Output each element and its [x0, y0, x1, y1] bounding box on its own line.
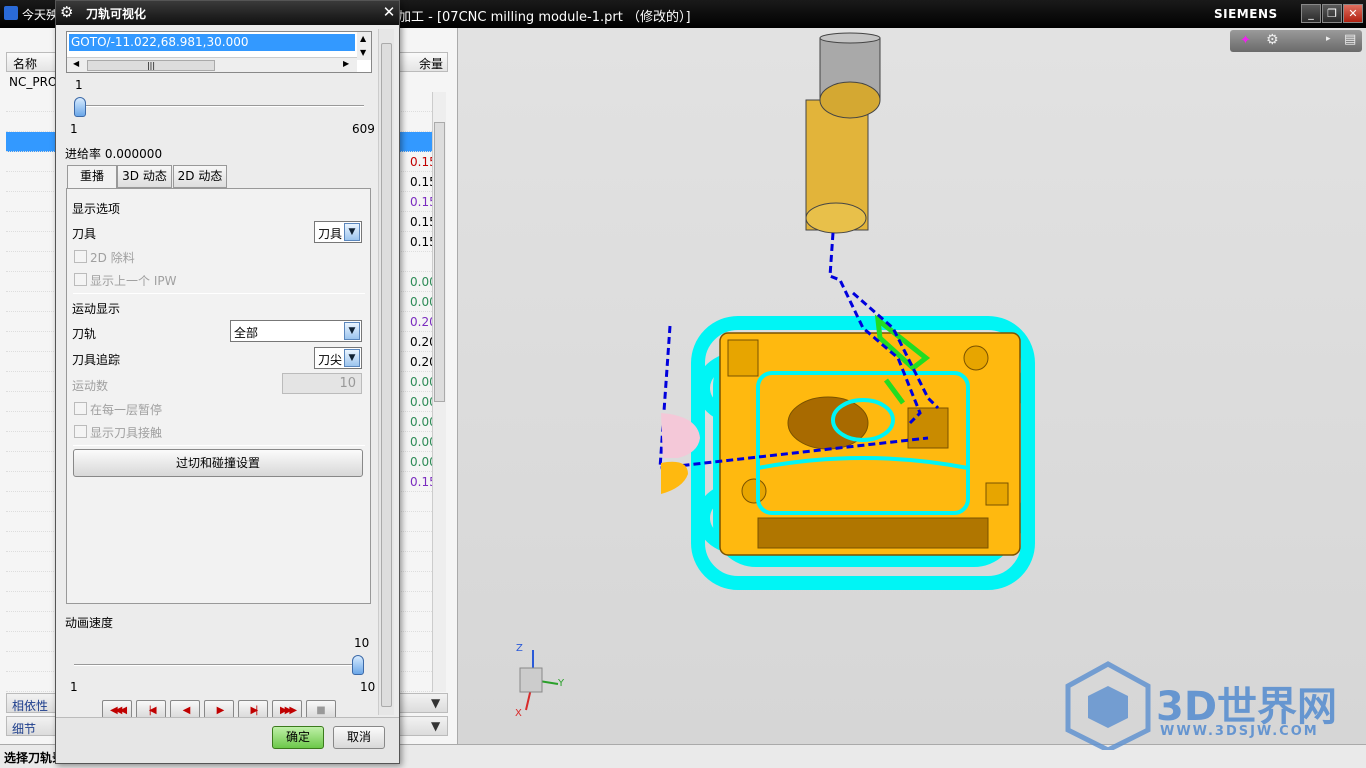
dialog-title: 刀轨可视化 — [86, 7, 147, 21]
column-margin-header[interactable]: 余量 — [419, 55, 443, 72]
app-icon — [4, 6, 18, 20]
chevron-down-icon[interactable]: ▼ — [344, 322, 360, 340]
graphics-viewport[interactable]: ✦ ⚙ ▸ ▤ Z Y X — [458, 28, 1366, 744]
speed-slider-value: 10 — [354, 636, 370, 650]
pause-each-layer-checkbox[interactable] — [74, 402, 87, 415]
toolpath-select[interactable]: 全部 ▼ — [230, 320, 362, 342]
ok-button[interactable]: 确定 — [272, 726, 324, 749]
step-slider-track[interactable] — [74, 105, 364, 107]
scroll-thumb[interactable]: ||| — [87, 60, 215, 71]
axis-z-label: Z — [516, 643, 523, 654]
watermark-url: WWW.3DSJW.COM — [1160, 724, 1319, 739]
list-item[interactable]: GOTO/-11.022,68.981,30.000 — [69, 34, 355, 51]
motion-count-label: 运动数 — [72, 379, 109, 393]
gear-icon[interactable]: ⚙ — [60, 3, 73, 21]
tool-trace-value: 刀尖 — [318, 353, 343, 367]
motion-display-heading: 运动显示 — [72, 302, 121, 316]
step-slider-min: 1 — [70, 122, 78, 136]
display-options-heading: 显示选项 — [72, 202, 121, 216]
dialog-scrollbar[interactable] — [378, 29, 394, 715]
scroll-thumb[interactable] — [381, 43, 392, 707]
column-name-header[interactable]: 名称 — [13, 55, 37, 72]
step-slider-max: 609 — [352, 122, 375, 136]
tab-2d-dynamic[interactable]: 2D 动态 — [173, 165, 227, 188]
speed-slider-max: 10 — [360, 680, 376, 694]
toolpath-label: 刀轨 — [72, 327, 97, 341]
divider — [73, 445, 365, 446]
toolpath-value: 全部 — [234, 326, 259, 340]
speed-slider-min: 1 — [70, 680, 78, 694]
replay-panel: 显示选项 刀具 刀具 ▼ 2D 除料 显示上一个 IPW 运动显示 刀轨 全部 … — [66, 188, 371, 604]
tool-shadow-yellow — [661, 461, 688, 494]
tab-3d-dynamic[interactable]: 3D 动态 — [117, 165, 172, 188]
navigator-scrollbar[interactable] — [432, 92, 446, 692]
chevron-down-icon[interactable]: ▼ — [344, 349, 360, 367]
minimize-button[interactable]: _ — [1301, 4, 1321, 23]
dialog-title-bar[interactable]: ⚙ 刀轨可视化 ✕ — [56, 1, 399, 25]
list-vscroll[interactable]: ▲ ▼ — [357, 32, 371, 60]
material-removal-2d-checkbox[interactable] — [74, 250, 87, 263]
section-dependencies-label: 相依性 — [12, 699, 49, 713]
axis-triad — [519, 650, 559, 711]
motion-count-field[interactable]: 10 — [282, 373, 362, 394]
scroll-thumb[interactable] — [434, 122, 445, 402]
show-prev-ipw-checkbox[interactable] — [74, 273, 87, 286]
tool-display-select[interactable]: 刀具 ▼ — [314, 221, 362, 243]
speed-slider-track[interactable] — [74, 664, 364, 666]
tool-display-value: 刀具 — [318, 227, 343, 241]
tool-trace-select[interactable]: 刀尖 ▼ — [314, 347, 362, 369]
speed-slider-thumb[interactable] — [352, 655, 364, 675]
chevron-left-icon[interactable]: ◀ — [73, 59, 79, 68]
restore-button[interactable]: ❐ — [1322, 4, 1342, 23]
chevron-down-icon[interactable]: ▼ — [344, 223, 360, 241]
watermark-logo-icon — [1065, 661, 1151, 750]
tool-trace-label: 刀具追踪 — [72, 353, 121, 367]
app-title-left: 今天殃 — [22, 8, 59, 22]
model-view[interactable] — [458, 28, 1366, 744]
chevron-down-icon[interactable]: ▼ — [360, 48, 366, 57]
step-slider-value: 1 — [75, 78, 83, 92]
chevron-up-icon[interactable]: ▲ — [360, 34, 366, 43]
list-hscroll[interactable]: ◀ ||| ▶ — [67, 57, 357, 72]
divider — [73, 293, 365, 294]
feed-rate-label: 进给率 0.000000 — [65, 147, 163, 161]
close-icon[interactable]: ✕ — [380, 2, 398, 22]
show-tool-contact-checkbox[interactable] — [74, 425, 87, 438]
step-slider-thumb[interactable] — [74, 97, 86, 117]
watermark: 3D世界网 WWW.3DSJW.COM — [1062, 660, 1362, 750]
siemens-logo: SIEMENS — [1214, 7, 1278, 21]
axis-x-label: X — [515, 708, 522, 719]
chevron-down-icon[interactable]: ▼ — [431, 719, 440, 733]
tab-replay[interactable]: 重播 — [67, 165, 117, 189]
gouge-check-settings-button[interactable]: 过切和碰撞设置 — [73, 449, 363, 477]
section-details-label: 细节 — [12, 722, 37, 736]
toolpath-listing[interactable]: GOTO/-11.022,68.981,30.000 ▲ ▼ ◀ ||| ▶ — [66, 31, 372, 73]
document-title: 加工 - [07CNC milling module-1.prt （修改的）] — [398, 10, 691, 25]
tool-label: 刀具 — [72, 227, 97, 241]
dialog-footer: 确定 取消 — [56, 717, 399, 763]
close-button[interactable]: ✕ — [1343, 4, 1363, 23]
material-removal-2d-label: 2D 除料 — [90, 251, 135, 265]
cutting-tool — [805, 32, 881, 234]
show-prev-ipw-label: 显示上一个 IPW — [90, 274, 177, 288]
axis-y-label: Y — [558, 678, 565, 689]
chevron-down-icon[interactable]: ▼ — [431, 696, 440, 710]
cancel-button[interactable]: 取消 — [333, 726, 385, 749]
pause-each-layer-label: 在每一层暂停 — [90, 403, 163, 417]
toolpath-visualization-dialog: ⚙ 刀轨可视化 ✕ GOTO/-11.022,68.981,30.000 ▲ ▼ … — [55, 0, 400, 764]
animation-speed-heading: 动画速度 — [65, 616, 114, 630]
chevron-right-icon[interactable]: ▶ — [343, 59, 349, 68]
show-tool-contact-label: 显示刀具接触 — [90, 426, 163, 440]
nav-root-node[interactable]: NC_PRO — [9, 75, 57, 89]
